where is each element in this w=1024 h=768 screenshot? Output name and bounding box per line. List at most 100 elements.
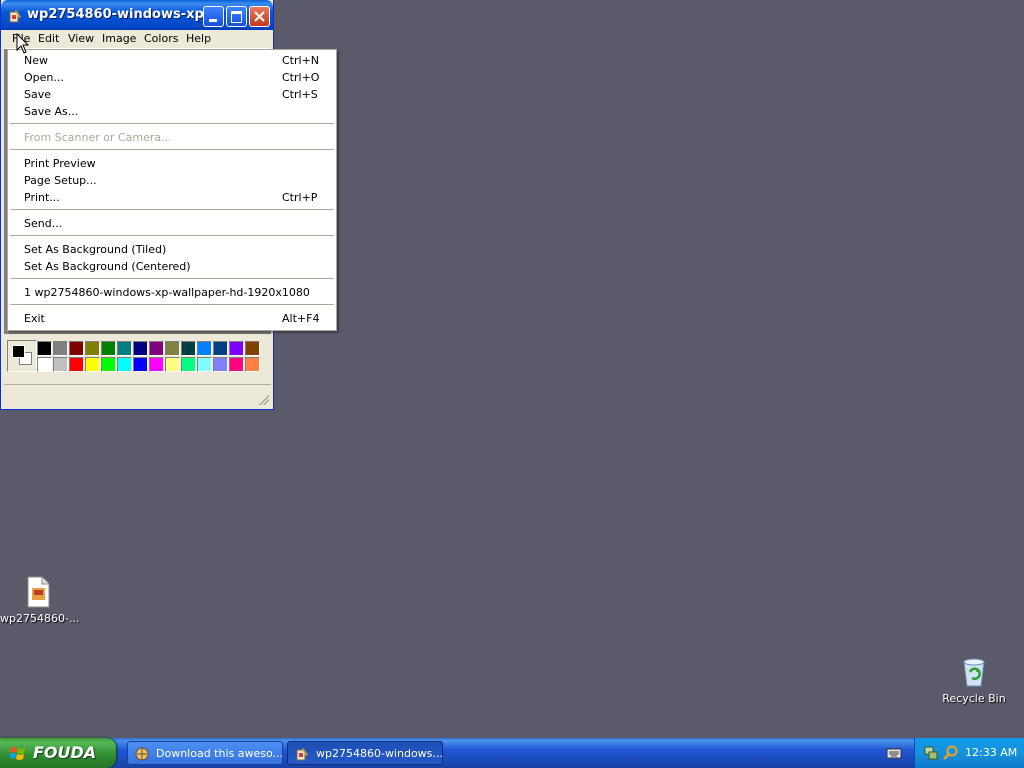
menu-item-page-setup[interactable]: Page Setup... bbox=[8, 172, 336, 189]
color-swatch[interactable] bbox=[37, 357, 52, 372]
menu-item-print[interactable]: Print... Ctrl+P bbox=[8, 189, 336, 206]
image-file-icon bbox=[27, 576, 50, 608]
menu-item-label: Print... bbox=[24, 191, 60, 204]
menu-item-label: Save As... bbox=[24, 105, 79, 118]
maximize-button[interactable] bbox=[226, 6, 247, 27]
menu-item-shortcut: Alt+F4 bbox=[282, 312, 320, 325]
color-swatch[interactable] bbox=[229, 341, 244, 356]
color-palette bbox=[4, 334, 271, 378]
menu-item-send[interactable]: Send... bbox=[8, 215, 336, 232]
foreground-color bbox=[12, 345, 25, 358]
search-icon[interactable] bbox=[943, 745, 959, 761]
menu-item-label: Set As Background (Tiled) bbox=[24, 243, 167, 256]
menu-separator bbox=[10, 304, 334, 305]
close-icon bbox=[254, 11, 265, 22]
maximize-icon bbox=[231, 11, 242, 23]
paint-app-icon bbox=[296, 748, 308, 761]
recycle-bin-label: Recycle Bin bbox=[942, 692, 1006, 705]
color-swatch[interactable] bbox=[133, 357, 148, 372]
menu-item-open[interactable]: Open... Ctrl+O bbox=[8, 69, 336, 86]
color-swatch[interactable] bbox=[101, 341, 116, 356]
color-swatch[interactable] bbox=[101, 357, 116, 372]
menu-item-shortcut: Ctrl+N bbox=[282, 54, 320, 67]
color-swatch[interactable] bbox=[133, 341, 148, 356]
menu-separator bbox=[10, 149, 334, 150]
taskbar-button-label: wp2754860-windows... bbox=[316, 747, 443, 760]
color-swatch[interactable] bbox=[165, 341, 180, 356]
menu-item-save-as[interactable]: Save As... bbox=[8, 103, 336, 120]
color-swatch[interactable] bbox=[149, 341, 164, 356]
menu-help[interactable]: Help bbox=[186, 32, 211, 45]
color-swatch[interactable] bbox=[69, 357, 84, 372]
menu-item-new[interactable]: New Ctrl+N bbox=[8, 52, 336, 69]
color-swatch[interactable] bbox=[69, 341, 84, 356]
menu-bar: File Edit View Image Colors Help bbox=[4, 30, 271, 49]
mouse-cursor-icon bbox=[16, 33, 30, 54]
window-title: wp2754860-windows-xp-... bbox=[27, 7, 225, 22]
clock: 12:33 AM bbox=[965, 746, 1018, 759]
color-swatch[interactable] bbox=[197, 357, 212, 372]
color-swatch[interactable] bbox=[53, 341, 68, 356]
menu-item-background-centered[interactable]: Set As Background (Centered) bbox=[8, 258, 336, 275]
menu-item-recent-file[interactable]: 1 wp2754860-windows-xp-wallpaper-hd-1920… bbox=[8, 284, 336, 301]
menu-item-label: Set As Background (Centered) bbox=[24, 260, 191, 273]
keyboard-icon[interactable] bbox=[886, 745, 902, 761]
menu-item-shortcut: Ctrl+P bbox=[282, 191, 318, 204]
color-swatch[interactable] bbox=[85, 357, 100, 372]
menu-item-label: Save bbox=[24, 88, 52, 101]
system-tray: 12:33 AM bbox=[914, 738, 1024, 768]
color-swatch[interactable] bbox=[229, 357, 244, 372]
color-swatch[interactable] bbox=[165, 357, 180, 372]
menu-item-label: From Scanner or Camera... bbox=[24, 131, 172, 144]
color-swatch[interactable] bbox=[149, 357, 164, 372]
menu-item-exit[interactable]: Exit Alt+F4 bbox=[8, 310, 336, 327]
desktop-file-icon[interactable]: wp2754860-... bbox=[0, 576, 79, 625]
color-swatch[interactable] bbox=[197, 341, 212, 356]
menu-view[interactable]: View bbox=[68, 32, 94, 45]
color-swatch[interactable] bbox=[53, 357, 68, 372]
recycle-bin[interactable]: Recycle Bin bbox=[936, 656, 1012, 705]
menu-edit[interactable]: Edit bbox=[38, 32, 59, 45]
title-bar[interactable]: wp2754860-windows-xp-... bbox=[1, 0, 273, 30]
color-swatch[interactable] bbox=[37, 341, 52, 356]
menu-item-label: Exit bbox=[24, 312, 45, 325]
start-button[interactable]: FOUDA bbox=[0, 738, 116, 768]
menu-item-label: New bbox=[24, 54, 48, 67]
menu-item-save[interactable]: Save Ctrl+S bbox=[8, 86, 336, 103]
menu-item-label: Send... bbox=[24, 217, 63, 230]
resize-grip[interactable] bbox=[259, 395, 269, 405]
taskbar-button-label: Download this aweso... bbox=[156, 747, 284, 760]
windows-logo-icon bbox=[10, 747, 25, 760]
taskbar-button-browser[interactable]: Download this aweso... bbox=[127, 741, 283, 765]
network-icon[interactable] bbox=[923, 745, 939, 761]
color-swatch[interactable] bbox=[117, 341, 132, 356]
menu-item-shortcut: Ctrl+O bbox=[282, 71, 320, 84]
menu-colors[interactable]: Colors bbox=[144, 32, 178, 45]
close-button[interactable] bbox=[249, 6, 270, 27]
recycle-bin-icon bbox=[963, 658, 985, 687]
paint-app-icon[interactable] bbox=[7, 8, 23, 24]
menu-item-print-preview[interactable]: Print Preview bbox=[8, 155, 336, 172]
menu-item-from-scanner: From Scanner or Camera... bbox=[8, 129, 336, 146]
menu-separator bbox=[10, 278, 334, 279]
menu-image[interactable]: Image bbox=[102, 32, 136, 45]
browser-icon bbox=[135, 747, 149, 761]
menu-item-label: Print Preview bbox=[24, 157, 96, 170]
taskbar-button-paint[interactable]: wp2754860-windows... bbox=[287, 741, 443, 765]
menu-item-shortcut: Ctrl+S bbox=[282, 88, 318, 101]
color-swatch[interactable] bbox=[181, 357, 196, 372]
color-swatch[interactable] bbox=[245, 357, 260, 372]
color-swatch[interactable] bbox=[85, 341, 100, 356]
menu-item-background-tiled[interactable]: Set As Background (Tiled) bbox=[8, 241, 336, 258]
menu-separator bbox=[10, 123, 334, 124]
menu-item-label: 1 wp2754860-windows-xp-wallpaper-hd-1920… bbox=[24, 286, 310, 299]
color-swatch[interactable] bbox=[213, 357, 228, 372]
color-swatch[interactable] bbox=[117, 357, 132, 372]
color-swatch[interactable] bbox=[181, 341, 196, 356]
minimize-button[interactable] bbox=[203, 6, 224, 27]
file-menu: New Ctrl+N Open... Ctrl+O Save Ctrl+S Sa… bbox=[7, 49, 337, 331]
current-colors[interactable] bbox=[7, 340, 37, 372]
color-swatch[interactable] bbox=[245, 341, 260, 356]
menu-separator bbox=[10, 235, 334, 236]
color-swatch[interactable] bbox=[213, 341, 228, 356]
